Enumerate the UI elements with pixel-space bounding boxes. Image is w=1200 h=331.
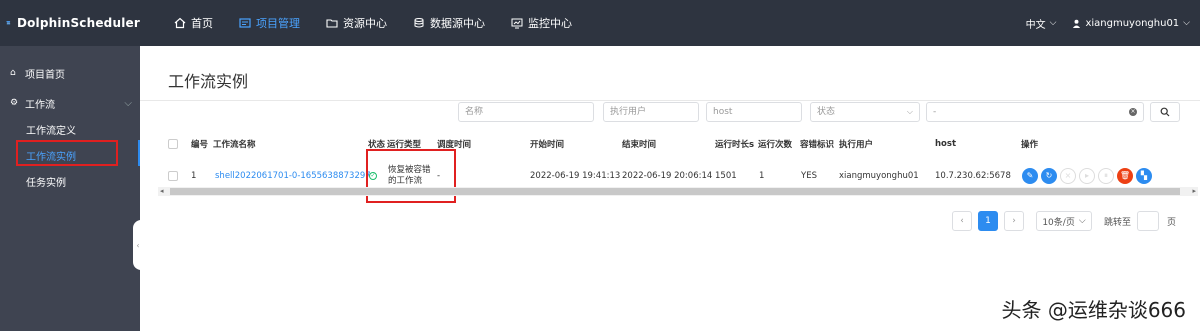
nav-project-label: 项目管理 <box>256 17 300 30</box>
executor-filter-input[interactable]: 执行用户 <box>603 102 699 122</box>
next-page-button[interactable]: › <box>1004 211 1024 231</box>
close-circle-icon: × <box>1064 171 1072 180</box>
host-filter-input[interactable]: host <box>706 102 802 122</box>
sidebar: ⌂ 项目首页 ⚙ 工作流 ⌵ 工作流定义 工作流实例 任务实例 <box>0 46 140 331</box>
chevron-right-icon: › <box>1012 216 1016 226</box>
scroll-right-arrow-icon[interactable]: ▸ <box>1192 187 1196 196</box>
state-select[interactable]: 状态 ⌵ <box>810 102 920 122</box>
chevron-left-icon: ‹ <box>960 216 964 226</box>
date-range-picker[interactable]: - × <box>926 102 1144 122</box>
nav-resource[interactable]: 资源中心 <box>326 0 387 46</box>
scroll-thumb[interactable] <box>170 188 1180 195</box>
col-executor: 执行用户 <box>839 140 874 150</box>
chevron-down-icon: ⌵ <box>1183 18 1190 28</box>
database-icon <box>414 18 424 28</box>
app-logo[interactable]: DolphinScheduler <box>0 0 140 46</box>
recover-failed-button[interactable]: × <box>1060 167 1076 184</box>
chevron-down-icon: ⌵ <box>1049 18 1057 28</box>
delete-button[interactable]: 🗑 <box>1117 167 1133 184</box>
gear-icon: ⚙ <box>10 98 19 108</box>
language-switch[interactable]: 中文 ⌵ <box>1026 16 1057 31</box>
edit-button[interactable]: ✎ <box>1022 167 1038 184</box>
col-run-times: 运行次数 <box>758 140 793 150</box>
user-icon <box>1073 19 1081 28</box>
select-all-checkbox[interactable] <box>168 139 178 149</box>
user-menu[interactable]: xiangmuyonghu01 ⌵ <box>1072 18 1190 29</box>
language-label: 中文 <box>1025 19 1046 31</box>
sidebar-item-label: 工作流定义 <box>26 126 76 137</box>
divider <box>140 100 1200 101</box>
gantt-button[interactable]: ▚ <box>1136 167 1152 184</box>
stop-button[interactable]: ▸ <box>1079 167 1095 184</box>
pause-button[interactable]: ⏸ <box>1098 167 1114 184</box>
edit-icon: ✎ <box>1026 171 1034 180</box>
clear-icon[interactable]: × <box>1129 108 1137 116</box>
watermark: 头条 @运维杂谈666 <box>1001 298 1186 322</box>
nav-home[interactable]: 首页 <box>174 0 213 46</box>
chevron-down-icon: ⌵ <box>124 98 132 109</box>
col-no: 编号 <box>191 140 209 150</box>
sidebar-item-label: 项目首页 <box>25 70 65 81</box>
top-navbar: DolphinScheduler 首页 项目管理 资源中心 数据源中心 监控中心… <box>0 0 1200 46</box>
prev-page-button[interactable]: ‹ <box>952 211 972 231</box>
trash-icon: 🗑 <box>1119 171 1131 180</box>
nav-datasource[interactable]: 数据源中心 <box>413 0 485 46</box>
page-number-current[interactable]: 1 <box>978 211 998 231</box>
home-icon <box>174 17 186 29</box>
stop-icon: ▸ <box>1084 171 1089 180</box>
home-icon: ⌂ <box>10 68 16 78</box>
nav-monitor-label: 监控中心 <box>528 17 572 30</box>
state-select-placeholder: 状态 <box>817 107 836 117</box>
sidebar-item-workflow[interactable]: ⚙ 工作流 ⌵ <box>10 96 132 111</box>
page-size-value: 10条/页 <box>1042 217 1075 228</box>
red-highlight-box <box>16 140 118 166</box>
sidebar-item-label: 工作流 <box>25 100 55 111</box>
chevron-down-icon: ⌵ <box>906 107 913 116</box>
rerun-button[interactable]: ↻ <box>1041 167 1057 184</box>
dolphin-logo-icon <box>6 21 11 26</box>
chevron-down-icon: ⌵ <box>1078 216 1086 226</box>
project-icon <box>239 18 251 28</box>
col-host: host <box>935 139 957 149</box>
date-range-value: - <box>933 107 937 117</box>
pagination: ‹ 1 › 10条/页 ⌵ 跳转至 页 <box>952 211 1176 231</box>
nav-home-label: 首页 <box>191 17 213 30</box>
col-start-time: 开始时间 <box>530 140 565 150</box>
sidebar-item-project-home[interactable]: ⌂ 项目首页 <box>10 66 65 82</box>
nav-project[interactable]: 项目管理 <box>239 0 300 46</box>
col-fault-tolerant: 容错标识 <box>800 140 835 150</box>
app-name: DolphinScheduler <box>16 16 140 30</box>
sidebar-item-workflow-definition[interactable]: 工作流定义 <box>26 122 76 137</box>
nav-monitor[interactable]: 监控中心 <box>511 0 572 46</box>
folder-icon <box>326 19 338 28</box>
jump-page-input[interactable] <box>1137 211 1160 231</box>
search-button[interactable] <box>1150 102 1180 122</box>
scroll-left-arrow-icon[interactable]: ◂ <box>160 187 164 196</box>
col-end-time: 结束时间 <box>622 140 657 150</box>
user-name: xiangmuyonghu01 <box>1085 17 1180 29</box>
monitor-icon <box>511 18 523 29</box>
row-checkbox[interactable] <box>168 170 178 181</box>
search-icon <box>1160 107 1170 117</box>
page-size-select[interactable]: 10条/页 ⌵ <box>1036 211 1092 231</box>
sidebar-item-task-instance[interactable]: 任务实例 <box>26 174 66 189</box>
table-header: 编号 工作流名称 状态 运行类型 调度时间 开始时间 结束时间 运行时长s 运行… <box>158 132 1198 156</box>
col-duration: 运行时长s <box>715 140 755 150</box>
nav-resource-label: 资源中心 <box>343 17 387 30</box>
page-unit-label: 页 <box>1167 217 1177 228</box>
main-content: 工作流实例 名称 执行用户 host 状态 ⌵ - × 编号 工作流名称 状态 … <box>140 46 1200 331</box>
gantt-icon: ▚ <box>1140 171 1148 180</box>
name-filter-input[interactable]: 名称 <box>458 102 594 122</box>
sidebar-item-label: 任务实例 <box>26 178 66 189</box>
col-name: 工作流名称 <box>213 140 256 150</box>
main-nav: 首页 项目管理 资源中心 数据源中心 监控中心 <box>174 0 598 46</box>
top-right: 中文 ⌵ xiangmuyonghu01 ⌵ <box>1026 16 1200 31</box>
jump-label: 跳转至 <box>1104 217 1132 228</box>
col-ops: 操作 <box>1021 140 1039 150</box>
pause-icon: ⏸ <box>1104 170 1108 180</box>
page-title: 工作流实例 <box>168 72 249 91</box>
refresh-icon: ↻ <box>1045 171 1053 180</box>
nav-datasource-label: 数据源中心 <box>430 17 485 30</box>
horizontal-scrollbar[interactable]: ◂ ▸ <box>158 187 1198 196</box>
